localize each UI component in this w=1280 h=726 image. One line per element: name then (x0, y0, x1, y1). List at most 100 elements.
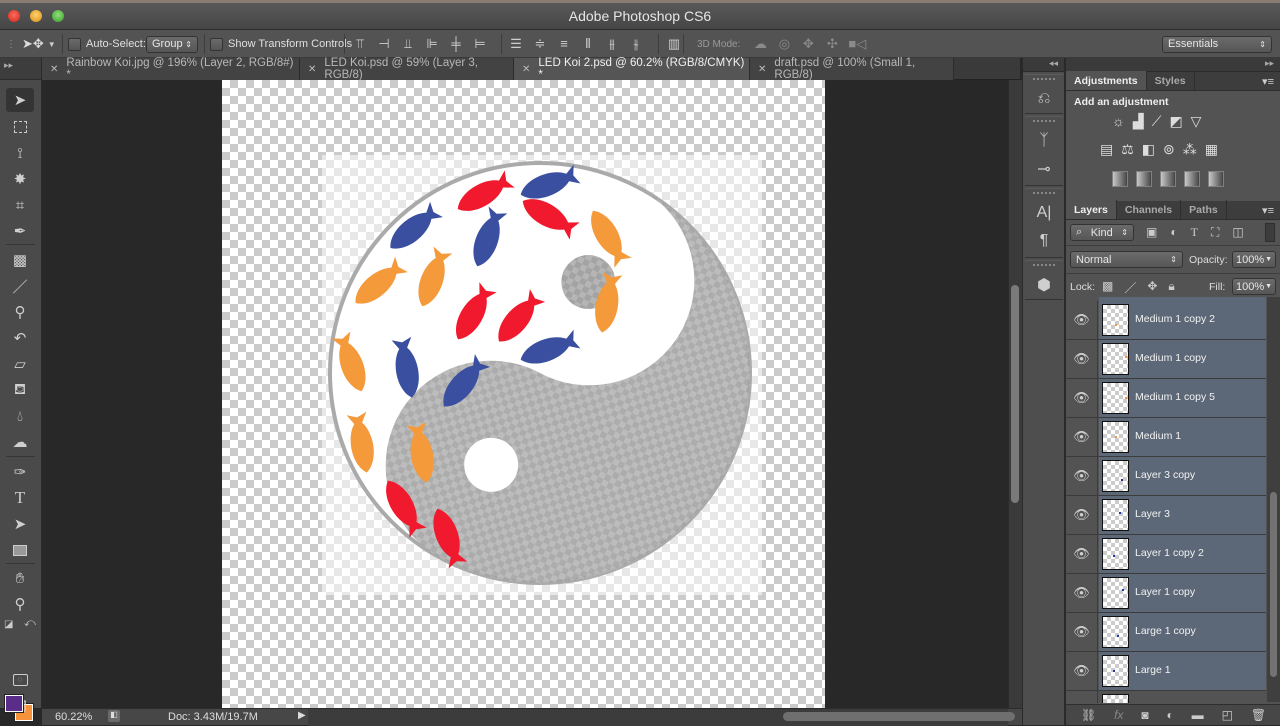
layer-row[interactable]: 👁︎ Medium 1 copy (1066, 340, 1266, 379)
move-tool[interactable]: ➤ (6, 88, 34, 112)
healing-tool[interactable]: ▩ (6, 248, 34, 272)
type-tool[interactable]: T (6, 486, 34, 510)
toolbox-collapse-button[interactable]: ▸▸ (0, 58, 41, 80)
exposure-icon[interactable]: ◩ (1169, 113, 1182, 130)
layer-body[interactable]: Medium 1 copy 5 (1099, 379, 1266, 417)
magic-wand-tool[interactable]: ✸ (6, 167, 34, 191)
posterize-icon[interactable] (1136, 171, 1152, 187)
rotate-3d-icon[interactable]: ☁ (752, 36, 768, 52)
crop-tool[interactable]: ⌗ (6, 193, 34, 217)
path-selection-tool[interactable]: ➤ (6, 512, 34, 536)
scale-3d-icon[interactable]: ■◁ (848, 36, 866, 52)
dodge-tool[interactable]: ☁ (6, 430, 34, 454)
layers-scroll-thumb[interactable] (1270, 492, 1277, 677)
close-tab-icon[interactable]: ✕ (50, 64, 58, 75)
align-bottom-edges-icon[interactable]: ⫫ (400, 36, 416, 52)
photo-filter-icon[interactable]: ⊚ (1163, 141, 1175, 158)
lock-pixels-icon[interactable]: ／ (1124, 279, 1136, 296)
lock-all-icon[interactable]: 🔒︎ (1168, 279, 1174, 296)
filter-adjustment-icon[interactable]: ◐ (1170, 225, 1177, 240)
distribute-top-icon[interactable]: ☰ (508, 36, 524, 52)
character-panel-icon[interactable]: A| (1025, 199, 1063, 227)
visibility-toggle[interactable]: 👁︎ (1066, 457, 1098, 495)
visibility-toggle[interactable]: 👁︎ (1066, 379, 1098, 417)
visibility-toggle[interactable]: 👁︎ (1066, 574, 1098, 612)
layer-row[interactable]: 👁︎ Large 1 (1066, 652, 1266, 691)
visibility-toggle[interactable]: 👁︎ (1066, 613, 1098, 651)
hand-tool[interactable]: ✋︎ (6, 566, 34, 590)
layers-scrollbar[interactable] (1267, 297, 1280, 702)
default-colors-icon[interactable]: ◪ (4, 619, 13, 630)
channel-mixer-icon[interactable]: ⁂ (1183, 141, 1197, 158)
distribute-left-icon[interactable]: ⫴ (580, 36, 596, 52)
lasso-tool[interactable]: ⟟ (6, 141, 34, 165)
layer-row[interactable]: 👁︎ Layer 3 (1066, 496, 1266, 535)
tab-layers[interactable]: Layers (1066, 200, 1117, 219)
visibility-toggle[interactable]: 👁︎ (1066, 652, 1098, 690)
selective-color-icon[interactable] (1184, 171, 1200, 187)
add-mask-icon[interactable]: ◙ (1141, 708, 1148, 722)
filter-pixel-icon[interactable]: ▣ (1146, 225, 1157, 240)
visibility-toggle[interactable] (1066, 691, 1098, 703)
layer-style-fx-icon[interactable]: fx (1114, 708, 1123, 722)
canvas-vertical-scrollbar[interactable] (1008, 80, 1022, 708)
gradient-map-icon[interactable] (1208, 171, 1224, 187)
workspace-dropdown[interactable]: Essentials ⇕ (1162, 35, 1272, 53)
align-horizontal-centers-icon[interactable]: ╪ (448, 36, 464, 52)
visibility-toggle[interactable]: 👁︎ (1066, 340, 1098, 378)
tab-channels[interactable]: Channels (1117, 200, 1182, 219)
layer-row[interactable] (1066, 691, 1266, 703)
tab-adjustments[interactable]: Adjustments (1066, 71, 1147, 90)
auto-select-checkbox[interactable] (68, 37, 81, 51)
layer-row[interactable]: 👁︎ Medium 1 copy 2 (1066, 301, 1266, 340)
tool-preset-picker[interactable]: ➤✥ ▼ (22, 30, 56, 58)
blend-mode-dropdown[interactable]: Normal ⇕ (1070, 251, 1183, 268)
shape-tool[interactable] (6, 538, 34, 562)
options-grip[interactable]: ⋮ (6, 30, 16, 58)
tab-led-koi[interactable]: ✕ LED Koi.psd @ 59% (Layer 3, RGB/8) (300, 57, 514, 81)
layer-body[interactable]: Layer 3 (1099, 496, 1266, 534)
align-left-edges-icon[interactable]: ⊫ (424, 36, 440, 52)
brush-panel-icon[interactable]: ⊸ (1025, 155, 1063, 183)
align-top-edges-icon[interactable]: ⫪ (352, 36, 368, 52)
layer-row[interactable]: 👁︎ Medium 1 copy 5 (1066, 379, 1266, 418)
quick-mask-button[interactable]: ◌ (6, 668, 34, 692)
levels-icon[interactable]: ▟ (1133, 113, 1144, 130)
pen-tool[interactable]: ✑ (6, 460, 34, 484)
status-preview-icon[interactable]: ◧ (108, 710, 120, 722)
layer-body[interactable]: Medium 1 copy (1099, 340, 1266, 378)
document-canvas[interactable] (222, 80, 825, 708)
horizontal-scroll-thumb[interactable] (783, 712, 1015, 721)
tab-styles[interactable]: Styles (1147, 71, 1195, 90)
new-layer-icon[interactable]: ◰ (1222, 708, 1233, 722)
3d-panel-icon[interactable]: ⬢ (1025, 271, 1063, 299)
expand-panels-button[interactable]: ▸▸ (1066, 58, 1280, 72)
lock-position-icon[interactable]: ✥ (1147, 279, 1157, 296)
panel-menu-icon[interactable]: ▾≡ (1262, 75, 1274, 88)
layer-row[interactable]: 👁︎ Layer 3 copy (1066, 457, 1266, 496)
layer-row[interactable]: 👁︎ Medium 1 (1066, 418, 1266, 457)
canvas-horizontal-scrollbar[interactable] (308, 709, 1015, 726)
tab-draft[interactable]: ✕ draft.psd @ 100% (Small 1, RGB/8) (750, 57, 954, 81)
tab-paths[interactable]: Paths (1181, 200, 1227, 219)
invert-icon[interactable] (1112, 171, 1128, 187)
close-tab-icon[interactable]: ✕ (308, 64, 316, 75)
fill-field[interactable]: 100% ▼ (1232, 278, 1276, 295)
clone-stamp-tool[interactable]: ⚲ (6, 300, 34, 324)
layer-body[interactable]: Large 1 copy (1099, 613, 1266, 651)
layer-body[interactable]: Medium 1 copy 2 (1099, 301, 1266, 339)
distribute-right-icon[interactable]: ⫳ (628, 36, 644, 52)
auto-align-layers-icon[interactable]: ▥ (666, 36, 682, 52)
filter-type-icon[interactable]: T (1191, 225, 1198, 240)
layer-row[interactable]: 👁︎ Large 1 copy (1066, 613, 1266, 652)
lock-transparency-icon[interactable]: ▩ (1102, 279, 1113, 296)
zoom-tool[interactable]: ⚲ (6, 592, 34, 616)
foreground-color-swatch[interactable] (4, 694, 24, 713)
show-transform-checkbox[interactable] (210, 37, 223, 51)
layer-row[interactable]: 👁︎ Layer 1 copy 2 (1066, 535, 1266, 574)
filter-smart-object-icon[interactable]: ◫ (1232, 225, 1243, 240)
vibrance-icon[interactable]: ▽ (1191, 113, 1202, 130)
distribute-bottom-icon[interactable]: ≡ (556, 36, 572, 52)
collapse-panels-button[interactable]: ◂◂ (1023, 58, 1064, 72)
tab-led-koi-2[interactable]: ✕ LED Koi 2.psd @ 60.2% (RGB/8/CMYK) * (514, 57, 750, 81)
